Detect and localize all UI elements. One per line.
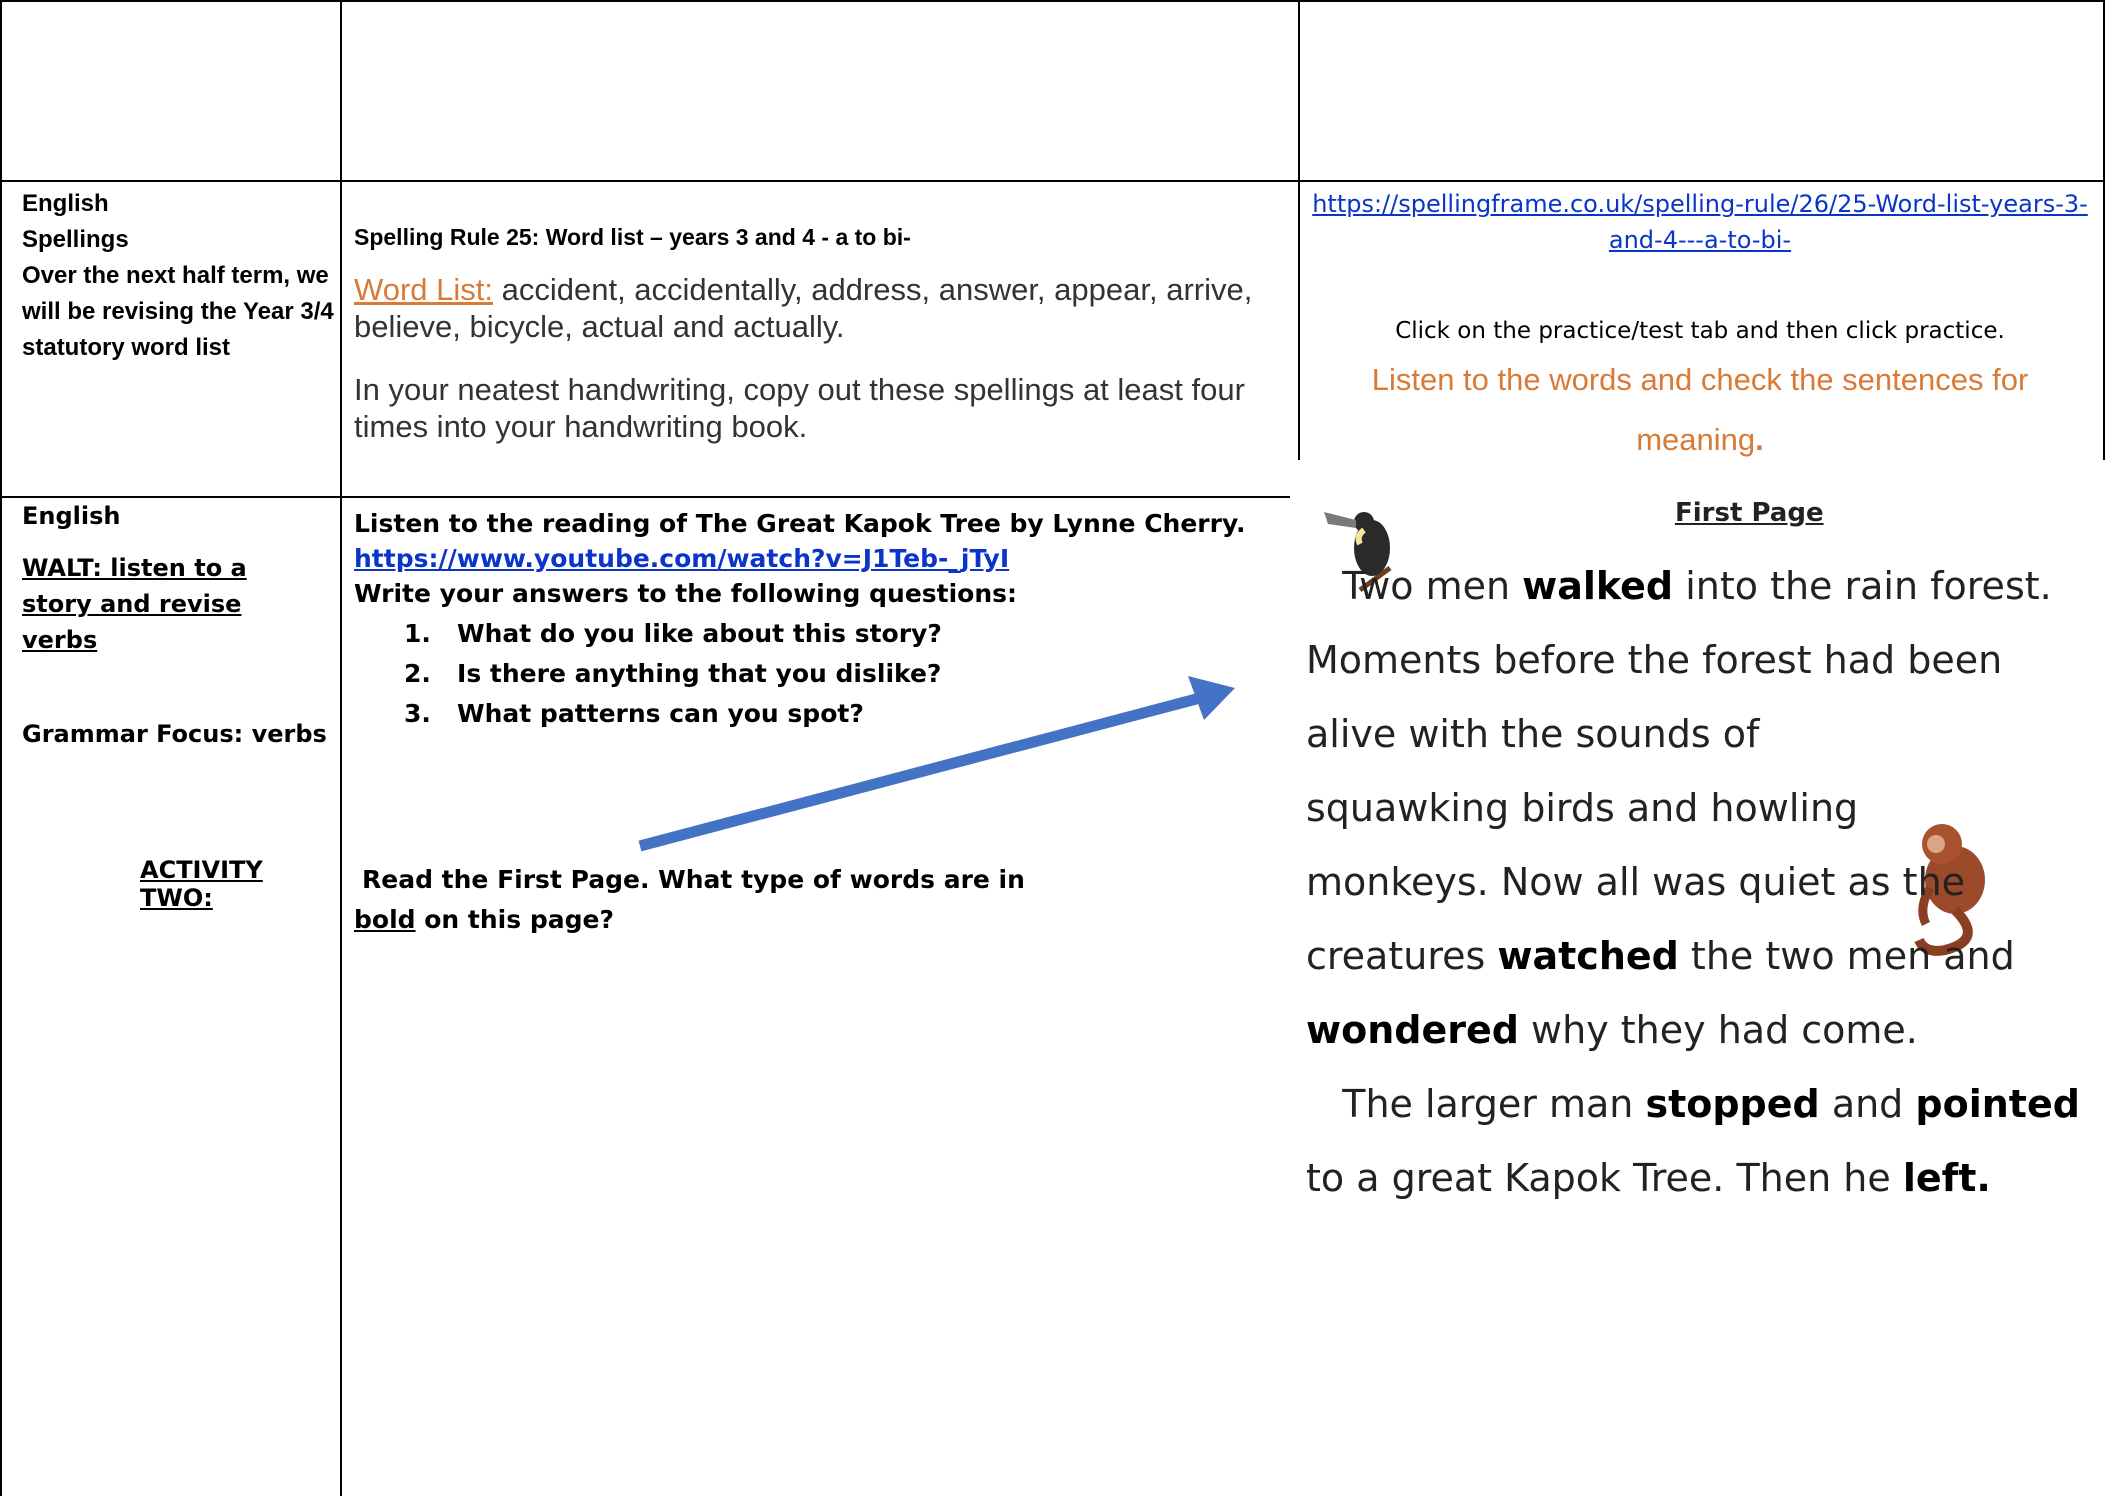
- arrow-icon: [638, 676, 1235, 852]
- handwriting-instruction: In your neatest handwriting, copy out th…: [354, 372, 1245, 444]
- spellings-subject-cell: English Spellings Over the next half ter…: [22, 186, 342, 366]
- story-text: the two men and: [1678, 934, 2015, 978]
- story-verb: watched: [1497, 934, 1679, 978]
- listen-task: Listen to the reading of The Great Kapok…: [354, 509, 1246, 538]
- story-verb: pointed: [1915, 1082, 2080, 1126]
- story-line: to a great Kapok Tree. Then he left.: [1306, 1156, 1991, 1200]
- spelling-rule-heading: Spelling Rule 25: Word list – years 3 an…: [354, 224, 911, 250]
- story-verb: stopped: [1645, 1082, 1820, 1126]
- story-line: monkeys. Now all was quiet as the: [1306, 860, 1965, 904]
- listen-instruction: Listen to the words and check the senten…: [1310, 350, 2090, 470]
- spellingframe-link[interactable]: https://spellingframe.co.uk/spelling-rul…: [1312, 190, 2088, 254]
- grammar-focus-label: Grammar Focus: verbs: [22, 720, 327, 748]
- story-text: Moments before the forest had been: [1306, 638, 2003, 682]
- word-list-label[interactable]: Word List:: [354, 272, 493, 307]
- practice-instruction: Click on the practice/test tab and then …: [1395, 318, 2005, 344]
- story-text: to a great Kapok Tree. Then he: [1306, 1156, 1903, 1200]
- story-line: squawking birds and howling: [1306, 786, 1858, 830]
- spellings-task-cell: Spelling Rule 25: Word list – years 3 an…: [354, 224, 1284, 445]
- story-verb: wondered: [1306, 1008, 1519, 1052]
- list-item: 1. What do you like about this story?: [404, 619, 942, 648]
- subject-label: English: [22, 190, 109, 217]
- story-line: Two men walked into the rain forest.: [1306, 564, 2052, 608]
- activity-two-task: Read the First Page. What type of words …: [354, 865, 1025, 934]
- youtube-link[interactable]: https://www.youtube.com/watch?v=J1Teb-_j…: [354, 544, 1009, 573]
- story-text: The larger man: [1306, 1082, 1646, 1126]
- walt-label: WALT: listen to a story and revise verbs: [22, 554, 247, 654]
- story-text: creatures: [1306, 934, 1498, 978]
- write-answers-instruction: Write your answers to the following ques…: [354, 579, 1018, 608]
- spellings-resource-cell: https://spellingframe.co.uk/spelling-rul…: [1310, 186, 2090, 470]
- arrow-shaft: [638, 692, 1202, 852]
- story-line: creatures watched the two men and: [1306, 934, 2015, 978]
- story-line: Moments before the forest had been: [1306, 638, 2002, 682]
- row-divider-1: [0, 180, 2105, 182]
- story-text: into the rain forest.: [1673, 564, 2052, 608]
- table-top-border: [0, 0, 2105, 2]
- story-text: alive with the sounds of: [1306, 712, 1760, 756]
- topic-label: Spellings: [22, 226, 129, 253]
- reading-subject-cell: English WALT: listen to a story and revi…: [22, 502, 342, 912]
- activity-two-label: ACTIVITY TWO:: [140, 856, 263, 912]
- subject-label: English: [22, 502, 121, 530]
- story-line: alive with the sounds of: [1306, 712, 1759, 756]
- listen-punct: .: [1755, 422, 1764, 457]
- story-text: squawking birds and howling: [1306, 786, 1859, 830]
- story-title: First Page: [1675, 498, 1824, 528]
- listen-text: Listen to the words and check the senten…: [1371, 362, 2029, 457]
- story-first-page-image: First Page Two men walked into the rain …: [1290, 460, 2105, 1496]
- table-left-border: [0, 0, 2, 1496]
- story-line: The larger man stopped and pointed: [1306, 1082, 2080, 1126]
- story-text: and: [1819, 1082, 1916, 1126]
- story-verb: left.: [1902, 1156, 1991, 1200]
- column-divider-2: [1298, 0, 1300, 462]
- row-divider-2: [0, 496, 1300, 498]
- word-list-paragraph: Word List: accident, accidentally, addre…: [354, 271, 1284, 345]
- story-text: Two men: [1306, 564, 1523, 608]
- story-text: monkeys. Now all was quiet as the: [1306, 860, 1966, 904]
- intro-text: Over the next half term, we will be revi…: [22, 262, 334, 361]
- story-verb: walked: [1522, 564, 1674, 608]
- story-text: why they had come.: [1518, 1008, 1918, 1052]
- story-line: wondered why they had come.: [1306, 1008, 1918, 1052]
